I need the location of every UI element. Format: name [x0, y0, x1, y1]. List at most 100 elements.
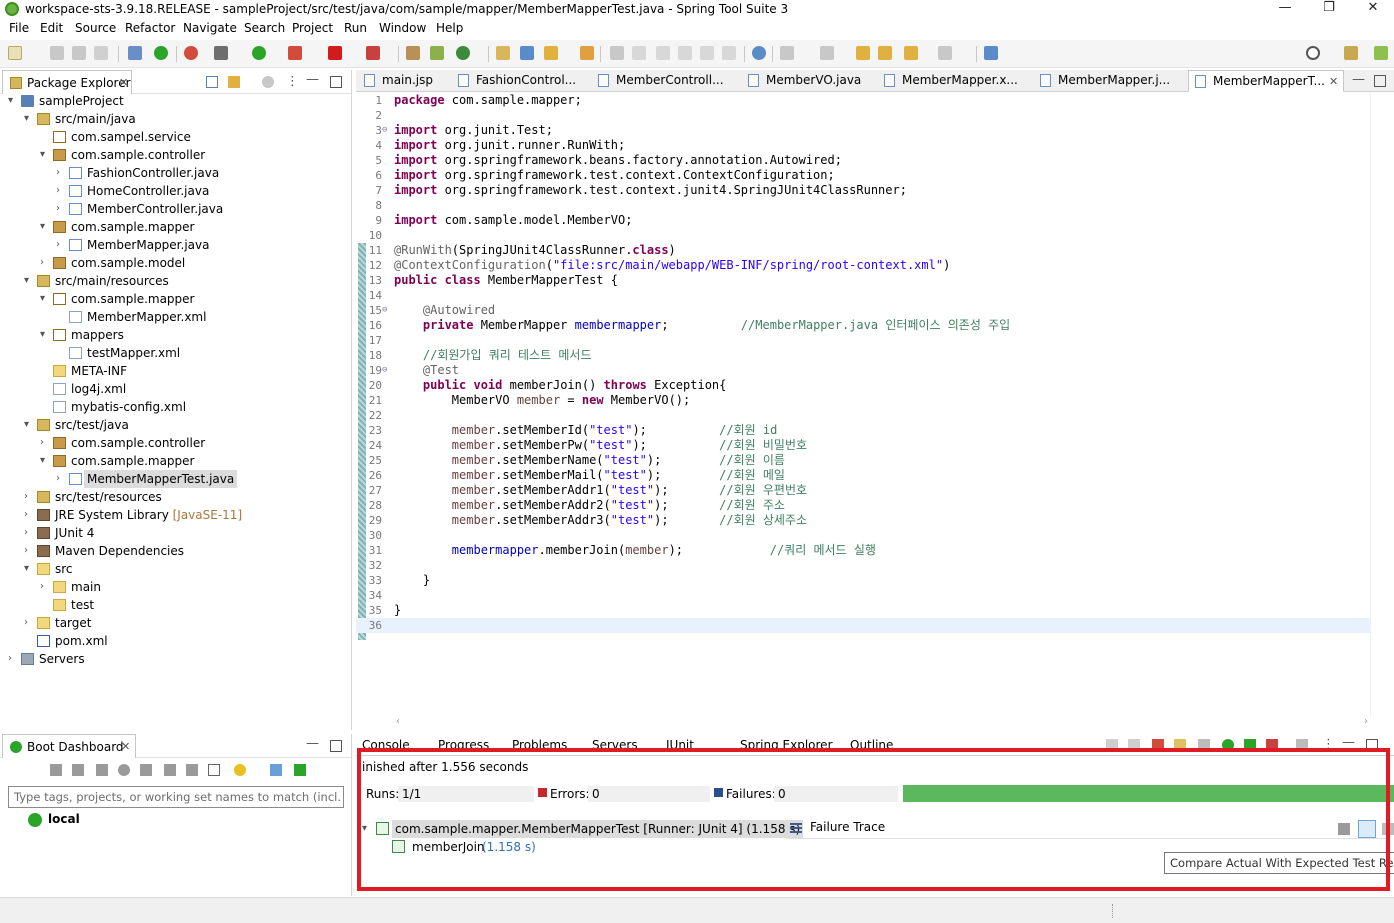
- tab-member-mapper-java[interactable]: MemberMapper.j...: [1034, 70, 1186, 92]
- tree-toggle-icon[interactable]: ›: [56, 164, 66, 182]
- tab-progress[interactable]: Progress: [438, 738, 489, 752]
- tree-toggle-icon[interactable]: ▾: [24, 272, 34, 290]
- open-web-icon[interactable]: [118, 764, 130, 776]
- menu-edit[interactable]: Edit: [40, 21, 63, 35]
- open-folder-icon[interactable]: [496, 46, 510, 60]
- scroll-right-icon[interactable]: ›: [1364, 716, 1368, 727]
- new-class-icon[interactable]: [456, 46, 470, 60]
- forward-history-icon[interactable]: [878, 46, 892, 60]
- open-perspective-icon[interactable]: [580, 46, 594, 60]
- tree-toggle-icon[interactable]: ›: [24, 488, 34, 506]
- next-annotation-icon[interactable]: [780, 46, 794, 60]
- tab-member-controller[interactable]: MemberControll...: [592, 70, 742, 92]
- collapse-all-icon[interactable]: [206, 76, 218, 88]
- open-perspective-button-icon[interactable]: [1344, 46, 1358, 60]
- coverage-icon[interactable]: [288, 46, 302, 60]
- stop-icon[interactable]: [328, 46, 342, 60]
- tree-toggle-icon[interactable]: ›: [24, 614, 34, 632]
- open-type-icon[interactable]: [128, 46, 142, 60]
- close-icon[interactable]: ✕: [1329, 75, 1338, 88]
- toggle-block-icon[interactable]: [632, 46, 646, 60]
- tab-problems[interactable]: Problems: [512, 738, 567, 752]
- search-icon[interactable]: [544, 46, 558, 60]
- tree-toggle-icon[interactable]: ›: [56, 200, 66, 218]
- minimize-editor-icon[interactable]: —: [1352, 72, 1365, 87]
- tree-toggle-icon[interactable]: ▾: [40, 218, 50, 236]
- filter-stack-trace-icon[interactable]: [1338, 823, 1350, 835]
- open-task-icon[interactable]: [520, 46, 534, 60]
- tab-fashion-controller[interactable]: FashionControl...: [452, 70, 592, 92]
- tab-member-vo[interactable]: MemberVO.java: [742, 70, 878, 92]
- tree-toggle-icon[interactable]: ›: [40, 254, 50, 272]
- next-failure-icon[interactable]: [1106, 739, 1118, 751]
- new-java-project-icon[interactable]: [406, 46, 420, 60]
- menu-help[interactable]: Help: [436, 21, 463, 35]
- editor-vertical-scrollbar[interactable]: [1370, 93, 1394, 716]
- maximize-editor-icon[interactable]: [1374, 75, 1386, 87]
- quick-access-search-icon[interactable]: [1306, 46, 1320, 60]
- scroll-lock-icon[interactable]: [1174, 739, 1186, 751]
- forward-icon[interactable]: [938, 46, 952, 60]
- refresh-icon[interactable]: [184, 46, 198, 60]
- back-icon[interactable]: [904, 46, 918, 60]
- columns-icon[interactable]: [208, 764, 220, 776]
- tree-toggle-icon[interactable]: ›: [56, 236, 66, 254]
- view-menu-icon[interactable]: ⋮: [1322, 737, 1335, 752]
- pin-editor-icon[interactable]: [984, 46, 998, 60]
- code-area[interactable]: 1 package com.sample.mapper; 2 3 ⊖ import o…: [356, 93, 1394, 716]
- stop-icon[interactable]: [96, 764, 108, 776]
- tree-toggle-icon[interactable]: ▾: [24, 416, 34, 434]
- menu-run[interactable]: Run: [344, 21, 367, 35]
- close-window-button[interactable]: ✕: [1358, 0, 1388, 18]
- menu-source[interactable]: Source: [75, 21, 116, 35]
- boot-filter-input[interactable]: Type tags, projects, or working set name…: [8, 786, 344, 808]
- rerun-failed-first-icon[interactable]: [1244, 739, 1256, 751]
- tab-junit[interactable]: JUnit: [666, 738, 694, 752]
- restore-button[interactable]: ❐: [1314, 0, 1344, 18]
- last-edit-icon[interactable]: [856, 46, 870, 60]
- external-tools-icon[interactable]: [366, 46, 380, 60]
- menu-refactor[interactable]: Refactor: [125, 21, 175, 35]
- minimize-view-icon[interactable]: —: [306, 736, 319, 751]
- compare-results-button[interactable]: [1358, 820, 1376, 838]
- test-run-history-icon[interactable]: [1296, 739, 1308, 751]
- copy-trace-icon[interactable]: [1382, 823, 1394, 835]
- tree-toggle-icon[interactable]: ›: [56, 470, 66, 488]
- scroll-left-icon[interactable]: ‹: [396, 716, 400, 727]
- close-icon[interactable]: ✕: [119, 76, 128, 89]
- run-icon[interactable]: [252, 46, 266, 60]
- history-icon[interactable]: [1198, 739, 1210, 751]
- print-icon[interactable]: [94, 46, 108, 60]
- maximize-view-icon[interactable]: [330, 76, 342, 88]
- link-with-editor-icon[interactable]: [228, 76, 240, 88]
- tab-outline[interactable]: Outline: [850, 738, 893, 752]
- minimize-button[interactable]: —: [1270, 0, 1300, 18]
- tree-toggle-icon[interactable]: ▾: [40, 452, 50, 470]
- maximize-view-icon[interactable]: [1366, 739, 1378, 751]
- tab-main-jsp[interactable]: main.jsp: [358, 70, 450, 92]
- maximize-view-icon[interactable]: [330, 740, 342, 752]
- filter-icon[interactable]: [270, 764, 282, 776]
- save-all-icon[interactable]: [72, 46, 86, 60]
- menu-file[interactable]: File: [9, 21, 29, 35]
- tree-toggle-icon[interactable]: ›: [40, 434, 50, 452]
- add-icon[interactable]: [294, 764, 306, 776]
- new-icon[interactable]: [8, 46, 22, 60]
- tree-toggle-icon[interactable]: ▾: [24, 110, 34, 128]
- save-icon[interactable]: [50, 46, 64, 60]
- spring-perspective-icon[interactable]: [1374, 46, 1388, 60]
- menu-navigate[interactable]: Navigate: [183, 21, 237, 35]
- minimize-view-icon[interactable]: —: [1342, 735, 1355, 750]
- format-icon[interactable]: [678, 46, 692, 60]
- tree-toggle-icon[interactable]: ›: [8, 650, 18, 668]
- tree-toggle-icon[interactable]: ▾: [40, 326, 50, 344]
- tree-toggle-icon[interactable]: ▾: [24, 560, 34, 578]
- open-console-icon[interactable]: [140, 764, 152, 776]
- toggle-mark-occurrences-icon[interactable]: [610, 46, 624, 60]
- word-wrap-icon[interactable]: [656, 46, 670, 60]
- tree-toggle-icon[interactable]: ›: [40, 578, 50, 596]
- new-package-icon[interactable]: [430, 46, 444, 60]
- tab-member-mapper-test[interactable]: MemberMapperT... ✕: [1188, 70, 1344, 92]
- tree-toggle-icon[interactable]: ›: [24, 524, 34, 542]
- tab-package-explorer[interactable]: Package Explorer ✕: [2, 70, 132, 94]
